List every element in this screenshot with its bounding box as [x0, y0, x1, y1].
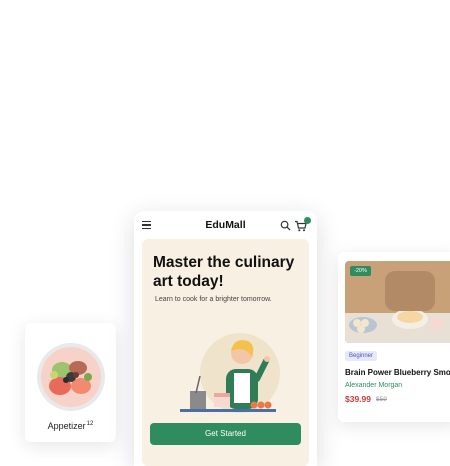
hero-subtitle: Learn to cook for a brighter tomorrow.	[155, 296, 272, 303]
cart-badge	[304, 217, 311, 224]
level-badge: Beginner	[345, 351, 378, 361]
category-count: 12	[86, 421, 94, 427]
app-header: EduMall	[134, 211, 317, 239]
hero-title: Master the culinary art today!	[153, 254, 295, 290]
cart-icon[interactable]	[294, 217, 311, 232]
discount-badge: -20%	[350, 266, 371, 276]
category-card-appetizer[interactable]: Appetizer12	[25, 323, 116, 442]
course-author[interactable]: Alexander Morgan	[345, 382, 402, 389]
hero-banner: Master the culinary art today! Learn to …	[142, 239, 309, 466]
get-started-button[interactable]: Get Started	[150, 423, 301, 445]
course-card[interactable]: -20% Beginner Brain Power Blueberry Smoo…	[338, 252, 450, 422]
category-label: Appetizer12	[47, 421, 94, 431]
phone-mockup: EduMall Master the culinary art today! L…	[134, 211, 317, 466]
course-old-price: $59	[376, 396, 387, 403]
chef-illustration	[180, 333, 280, 413]
course-title[interactable]: Brain Power Blueberry Smoo	[345, 368, 450, 377]
course-price: $39.99	[345, 394, 371, 404]
search-icon[interactable]	[280, 220, 291, 231]
appetizer-bowl-image	[37, 343, 105, 411]
